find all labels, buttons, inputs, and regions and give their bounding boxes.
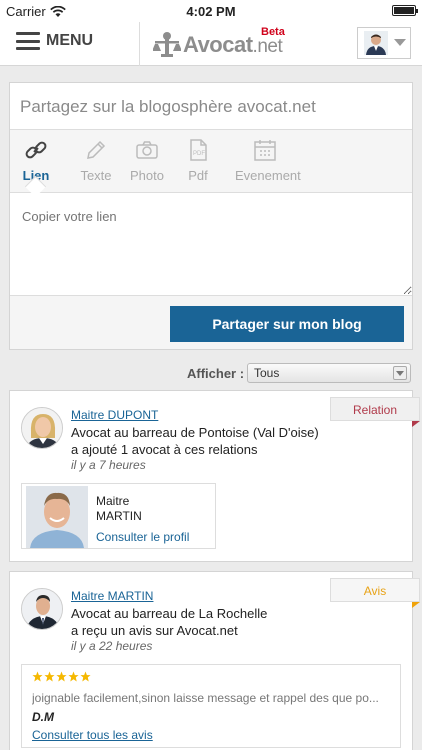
share-on-blog-button[interactable]: Partager sur mon blog bbox=[170, 306, 404, 342]
status-bar: Carrier 4:02 PM bbox=[0, 0, 422, 22]
feed-item-avis: Avis Maitre MARTIN Avocat au barreau de … bbox=[9, 571, 420, 750]
activity-time: il y a 22 heures bbox=[71, 639, 153, 653]
tab-pdf[interactable]: PDF Pdf bbox=[168, 130, 228, 192]
share-type-tabs: Lien Texte Photo PDF Pdf Evenement bbox=[10, 129, 412, 193]
share-composer: Partagez sur la blogosphère avocat.net L… bbox=[9, 82, 413, 350]
top-navbar: MENU Avocat.net Beta bbox=[0, 22, 422, 66]
scales-logo-icon bbox=[153, 32, 181, 57]
nav-divider bbox=[139, 22, 140, 66]
star-icon bbox=[56, 671, 67, 682]
activity-time: il y a 7 heures bbox=[71, 458, 146, 472]
profile-menu-button[interactable] bbox=[357, 27, 411, 59]
activity-line-1: Avocat au barreau de La Rochelle bbox=[71, 606, 268, 621]
composer-title: Partagez sur la blogosphère avocat.net bbox=[20, 97, 316, 116]
link-input[interactable] bbox=[10, 195, 412, 295]
tab-evenement[interactable]: Evenement bbox=[235, 130, 301, 192]
tab-label: Evenement bbox=[235, 168, 301, 183]
view-profile-link[interactable]: Consulter le profil bbox=[96, 530, 189, 544]
clock: 4:02 PM bbox=[186, 4, 236, 19]
author-link[interactable]: Maitre MARTIN bbox=[71, 589, 153, 603]
svg-text:PDF: PDF bbox=[193, 151, 205, 157]
chevron-down-icon bbox=[393, 366, 407, 380]
view-all-reviews-link[interactable]: Consulter tous les avis bbox=[32, 728, 153, 742]
logo-text: Avocat bbox=[183, 32, 253, 57]
pencil-icon bbox=[87, 140, 106, 159]
filter-label: Afficher : bbox=[187, 366, 245, 381]
tag-avis: Avis bbox=[330, 578, 420, 608]
man-portrait bbox=[22, 589, 62, 629]
star-icon bbox=[44, 671, 55, 682]
review-author: D.M bbox=[32, 710, 54, 724]
activity-line-2: a ajouté 1 avocat à ces relations bbox=[71, 442, 258, 457]
profile-title: Maitre bbox=[96, 494, 130, 508]
pdf-icon: PDF bbox=[190, 139, 207, 161]
author-avatar[interactable] bbox=[21, 588, 63, 630]
camera-icon bbox=[136, 141, 158, 159]
calendar-icon bbox=[254, 140, 276, 161]
chevron-down-icon bbox=[394, 39, 406, 46]
related-profile-card[interactable]: Maitre MARTIN Consulter le profil bbox=[21, 483, 216, 549]
star-icon bbox=[80, 671, 91, 682]
tab-label: Lien bbox=[22, 168, 50, 183]
profile-photo bbox=[26, 486, 88, 548]
menu-label: MENU bbox=[46, 32, 94, 49]
battery-icon bbox=[392, 5, 418, 16]
feed-item-relation: Relation Maitre DUPONT Avocat au barreau… bbox=[9, 390, 420, 562]
logo-tld: .net bbox=[252, 36, 283, 57]
menu-button[interactable]: MENU bbox=[16, 32, 93, 50]
hamburger-icon bbox=[16, 32, 40, 50]
avocat-logo[interactable]: Avocat.net Beta bbox=[153, 26, 293, 62]
tab-lien[interactable]: Lien bbox=[6, 130, 66, 192]
star-icon bbox=[32, 671, 43, 682]
tag-relation: Relation bbox=[330, 397, 420, 427]
woman-portrait bbox=[22, 408, 62, 448]
activity-line-1: Avocat au barreau de Pontoise (Val D'ois… bbox=[71, 425, 319, 440]
beta-badge: Beta bbox=[261, 26, 285, 38]
star-icon bbox=[68, 671, 79, 682]
filter-value: Tous bbox=[254, 366, 280, 380]
activity-line-2: a reçu un avis sur Avocat.net bbox=[71, 623, 238, 638]
review-card: joignable facilement,sinon laisse messag… bbox=[21, 664, 401, 748]
filter-select[interactable]: Tous bbox=[247, 363, 411, 383]
user-avatar bbox=[364, 31, 388, 55]
author-link[interactable]: Maitre DUPONT bbox=[71, 408, 158, 422]
tab-label: Pdf bbox=[188, 168, 208, 183]
star-rating bbox=[32, 671, 91, 682]
review-text: joignable facilement,sinon laisse messag… bbox=[32, 691, 379, 705]
profile-name: MARTIN bbox=[96, 509, 142, 523]
composer-footer: Partager sur mon blog bbox=[10, 295, 412, 349]
author-avatar[interactable] bbox=[21, 407, 63, 449]
link-icon bbox=[25, 141, 47, 159]
